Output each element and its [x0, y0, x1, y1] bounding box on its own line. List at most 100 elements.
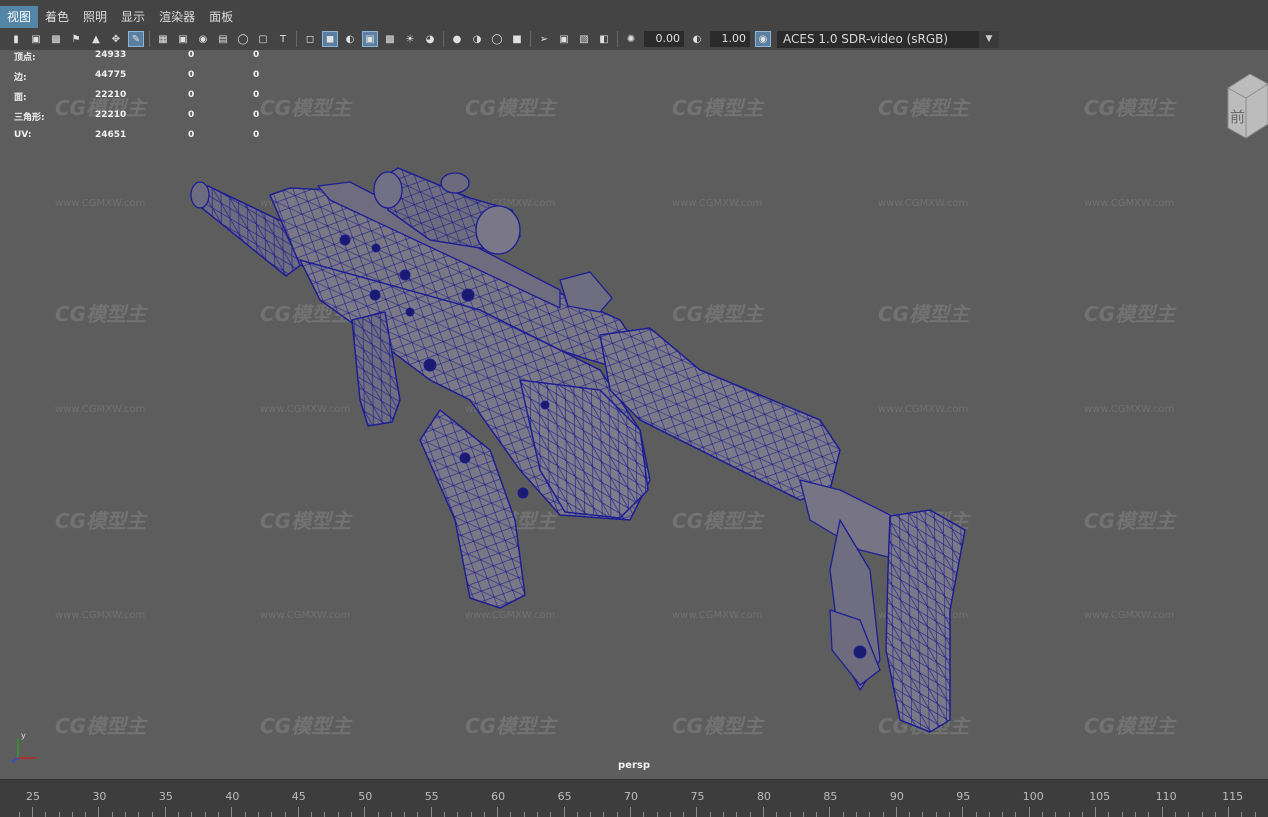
timeline-tick: [1135, 812, 1137, 817]
timeline-tick: [1055, 812, 1057, 817]
field-chart-icon[interactable]: ◯: [236, 32, 250, 46]
smooth-shade-icon[interactable]: ◼: [322, 31, 338, 47]
wireframe-on-shaded-icon[interactable]: ▣: [362, 31, 378, 47]
timeline-tick: [656, 812, 658, 817]
wireframe-icon[interactable]: ◻: [303, 32, 317, 46]
timeline-tick: [138, 812, 140, 817]
timeline-tick: [45, 812, 47, 817]
timeline-tick: [550, 812, 552, 817]
image-plane-icon[interactable]: ▲: [89, 32, 103, 46]
toolbar-separator: [296, 31, 297, 47]
chevron-down-icon[interactable]: ▼: [979, 30, 999, 48]
timeline-frame-label: 115: [1222, 790, 1244, 803]
timeline-frame-label: 60: [491, 790, 506, 803]
smg-wireframe-model[interactable]: [0, 50, 1268, 779]
exposure-icon[interactable]: ✺: [624, 32, 638, 46]
xray-joints-icon[interactable]: ▧: [577, 32, 591, 46]
timeline-tick: [975, 812, 977, 817]
gate-mask-icon[interactable]: ▤: [216, 32, 230, 46]
grease-pencil-icon[interactable]: ✎: [128, 31, 144, 47]
timeline-tick: [404, 812, 406, 817]
timeline-tick: [855, 812, 857, 817]
safe-action-icon[interactable]: ▢: [256, 32, 270, 46]
2d-pan-zoom-icon[interactable]: ✥: [109, 32, 123, 46]
textured-icon[interactable]: ▩: [383, 32, 397, 46]
timeline-frame-label: 80: [756, 790, 771, 803]
timeline-tick: [377, 812, 379, 817]
bookmark-camera-icon[interactable]: ▩: [49, 32, 63, 46]
isolate-select-icon[interactable]: ➢: [537, 32, 551, 46]
time-slider[interactable]: 25 30 35 40 45 50 55 60 65 70 75 80 85 90 95 100 105 110 1…: [0, 779, 1268, 817]
timeline-frame-label: 100: [1022, 790, 1044, 803]
timeline-tick: [1214, 812, 1216, 817]
bookmark-icon[interactable]: ⚑: [69, 32, 83, 46]
timeline-tick: [1042, 812, 1044, 817]
view-transform-select[interactable]: ACES 1.0 SDR-video (sRGB) ▼: [777, 30, 999, 48]
menu-show[interactable]: 显示: [114, 6, 152, 28]
timeline-tick: [470, 812, 472, 817]
timeline-tick: [1148, 812, 1150, 817]
timeline-tick: [151, 812, 153, 817]
timeline-tick: [71, 812, 73, 817]
shadows-icon[interactable]: ◕: [423, 32, 437, 46]
lights-icon[interactable]: ☀: [403, 32, 417, 46]
film-gate-icon[interactable]: ▣: [176, 32, 190, 46]
timeline-frame-label: 30: [92, 790, 107, 803]
timeline-tick: [590, 812, 592, 817]
panel-menu-bar: 视图 着色 照明 显示 渲染器 面板: [0, 6, 1268, 28]
toolbar-separator: [149, 31, 150, 47]
timeline-tick: [1015, 812, 1017, 817]
menu-shading[interactable]: 着色: [38, 6, 76, 28]
xray-icon[interactable]: ▣: [557, 32, 571, 46]
timeline-tick: [85, 812, 87, 817]
timeline-tick: [882, 812, 884, 817]
timeline-frame-label: 75: [690, 790, 705, 803]
timeline-tick: [271, 812, 273, 817]
motion-blur-icon[interactable]: ◑: [470, 32, 484, 46]
menu-panels[interactable]: 面板: [202, 6, 240, 28]
depth-of-field-icon[interactable]: ■: [510, 32, 524, 46]
multisample-aa-icon[interactable]: ◯: [490, 32, 504, 46]
timeline-tick: [616, 812, 618, 817]
toolbar-separator: [443, 31, 444, 47]
timeline-tick: [1174, 812, 1176, 817]
gamma-field[interactable]: 1.00: [710, 31, 750, 47]
resolution-gate-icon[interactable]: ◉: [196, 32, 210, 46]
timeline-tick: [789, 812, 791, 817]
camera-name-label: persp: [618, 760, 650, 771]
timeline-tick: [922, 812, 924, 817]
viewcube-front-label: 前: [1230, 108, 1245, 126]
panel-toolbar: ▮ ▣ ▩ ⚑ ▲ ✥ ✎ ▦ ▣ ◉ ▤ ◯ ▢ T ◻ ◼ ◐ ▣ ▩ ☀ …: [0, 28, 1268, 50]
axis-gizmo: y: [11, 731, 36, 763]
timeline-frame-label: 95: [956, 790, 971, 803]
exposure-field[interactable]: 0.00: [644, 31, 684, 47]
grid-icon[interactable]: ▦: [156, 32, 170, 46]
safe-title-icon[interactable]: T: [276, 32, 290, 46]
timeline-tick: [510, 812, 512, 817]
timeline-tick: [776, 812, 778, 817]
timeline-frame-label: 50: [358, 790, 373, 803]
timeline-tick: [483, 812, 485, 817]
backface-culling-icon[interactable]: ◧: [597, 32, 611, 46]
timeline-tick: [723, 812, 725, 817]
menu-lighting[interactable]: 照明: [76, 6, 114, 28]
timeline-tick: [842, 812, 844, 817]
timeline-tick: [417, 812, 419, 817]
timeline-frame-label: 45: [291, 790, 306, 803]
timeline-tick: [204, 812, 206, 817]
gamma-icon[interactable]: ◐: [690, 32, 704, 46]
default-material-icon[interactable]: ◐: [343, 32, 357, 46]
select-camera-icon[interactable]: ▮: [9, 32, 23, 46]
timeline-frame-label: 85: [823, 790, 838, 803]
menu-renderer[interactable]: 渲染器: [152, 6, 202, 28]
ambient-occlusion-icon[interactable]: ●: [450, 32, 464, 46]
timeline-frame-label: 90: [889, 790, 904, 803]
timeline-tick: [1121, 812, 1123, 817]
color-management-icon[interactable]: ◉: [755, 31, 771, 47]
timeline-tick: [125, 812, 127, 817]
view-cube[interactable]: 前: [1220, 73, 1268, 144]
perspective-viewport[interactable]: CG模型主 CG模型主 CG模型主 CG模型主 CG模型主 CG模型主 CG模型主 CG模型主…: [0, 50, 1268, 779]
camera-attributes-icon[interactable]: ▣: [29, 32, 43, 46]
menu-view[interactable]: 视图: [0, 6, 39, 28]
timeline-tick: [284, 812, 286, 817]
